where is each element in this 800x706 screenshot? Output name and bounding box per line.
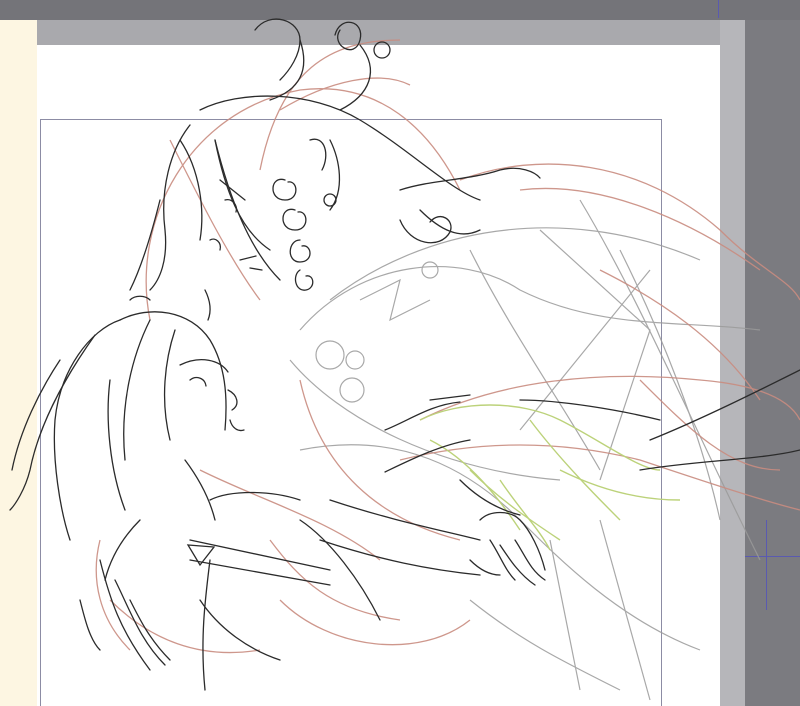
sketch-artwork[interactable] bbox=[0, 0, 800, 706]
green-sketch-layer bbox=[419, 404, 681, 551]
red-sketch-layer bbox=[95, 39, 800, 654]
lineart-layer bbox=[9, 18, 800, 691]
gray-sketch-layer bbox=[289, 199, 761, 701]
